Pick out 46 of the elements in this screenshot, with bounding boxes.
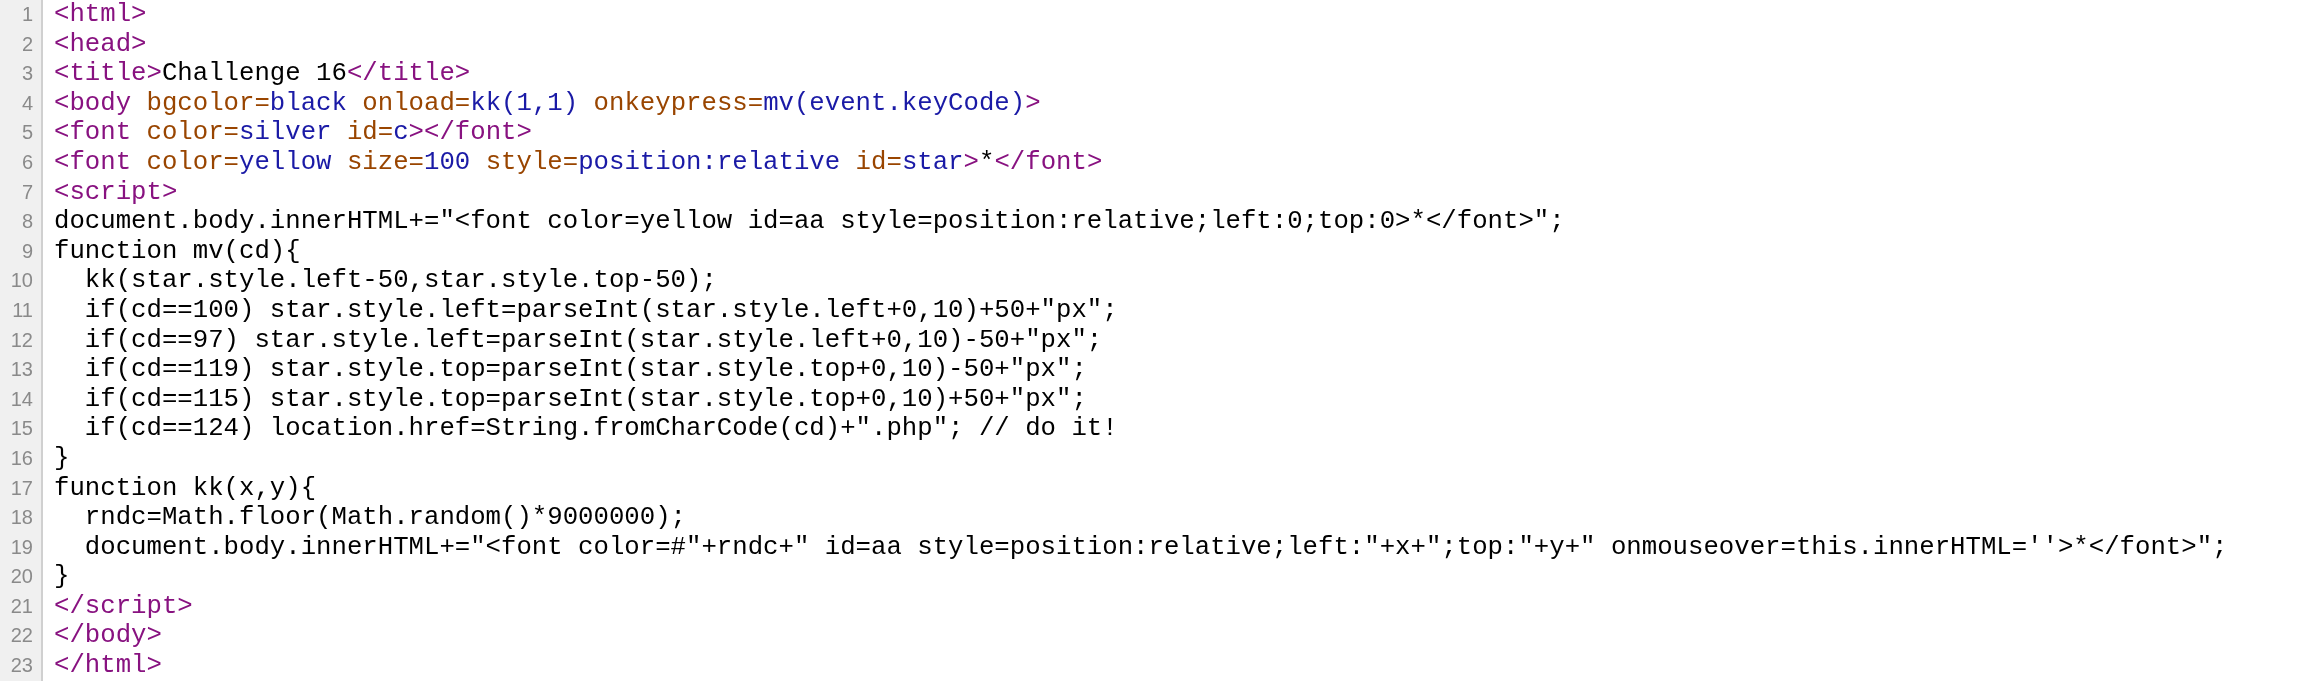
code-line: function mv(cd){ xyxy=(54,236,301,267)
line-number: 21 xyxy=(9,593,34,619)
code-line: rndc=Math.floor(Math.random()*9000000); xyxy=(83,503,686,533)
code-line: <font color=yellow size=100 style=position:relative id=star>*</font> xyxy=(54,147,1103,178)
code-line: if(cd==124) location.href=String.fromCharCode(cd)+".php"; // do it! xyxy=(83,414,1118,444)
code-line: <head> xyxy=(54,29,147,60)
line-number: 12 xyxy=(9,327,34,353)
line-number: 1 xyxy=(20,2,34,27)
code-line: </body> xyxy=(54,621,162,652)
line-number: 4 xyxy=(20,90,34,116)
code-line: <body bgcolor=black onload=kk(1,1) onkeypress=mv(event.keyCode)> xyxy=(54,88,1041,119)
code-line: function kk(x,y){ xyxy=(54,473,317,504)
line-number: 10 xyxy=(9,268,34,294)
code-line: if(cd==100) star.style.left=parseInt(star.style.left+0,10)+50+"px"; xyxy=(83,295,1118,326)
line-number: 13 xyxy=(9,357,34,383)
code-line: kk(star.style.left-50,star.style.top-50); xyxy=(83,266,717,296)
code-line: if(cd==119) star.style.top=parseInt(star.style.top+0,10)-50+"px"; xyxy=(83,355,1087,385)
line-number: 5 xyxy=(20,120,34,146)
line-number: 23 xyxy=(9,653,34,679)
line-number: 22 xyxy=(9,623,34,649)
line-number: 19 xyxy=(9,534,34,560)
line-number: 3 xyxy=(20,61,34,87)
line-number: 7 xyxy=(20,179,34,205)
line-number: 16 xyxy=(9,445,34,471)
line-number: 20 xyxy=(9,564,34,590)
line-number: 14 xyxy=(9,386,34,412)
code-line: <title>Challenge 16</title> xyxy=(54,59,471,89)
code-line: document.body.innerHTML+="<font color=yellow id=aa style=position:relative;left:0;top:0>*</font>"; xyxy=(54,207,1565,237)
line-number: 6 xyxy=(20,149,34,175)
code-line: </html> xyxy=(54,651,162,681)
code-line: <script> xyxy=(54,177,178,208)
code-line: } xyxy=(54,562,70,592)
line-number: 2 xyxy=(20,31,34,57)
line-number: 11 xyxy=(11,297,34,323)
line-number: 8 xyxy=(20,209,34,235)
code-line: if(cd==97) star.style.left=parseInt(star.style.left+0,10)-50+"px"; xyxy=(83,325,1103,356)
code-line: } xyxy=(54,443,70,474)
code-line: if(cd==115) star.style.top=parseInt(star.style.top+0,10)+50+"px"; xyxy=(83,384,1087,415)
code-line: <html> xyxy=(54,0,147,30)
line-number: 18 xyxy=(9,505,34,531)
code-line: document.body.innerHTML+="<font color=#"+rndc+" id=aa style=position:relative;left:"+x+";top:"+y+" onmouseover=this.innerHTML=''>*</font>"; xyxy=(83,532,2228,563)
line-number: 17 xyxy=(9,475,34,501)
code-line: <font color=silver id=c></font> xyxy=(54,118,532,148)
line-number: 9 xyxy=(20,238,34,264)
line-number: 15 xyxy=(9,416,34,442)
code-line: </script> xyxy=(54,591,193,622)
